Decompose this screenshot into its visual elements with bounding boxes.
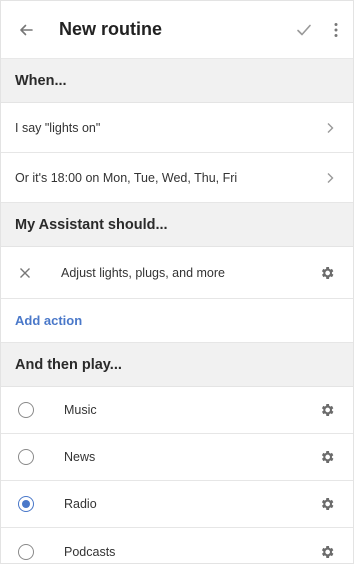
check-icon[interactable] — [293, 19, 315, 41]
gear-icon[interactable] — [317, 542, 337, 562]
when-section-heading: When... — [1, 59, 353, 103]
assistant-section-heading: My Assistant should... — [1, 203, 353, 247]
trigger-row-voice[interactable]: I say "lights on" — [1, 103, 353, 153]
close-icon[interactable] — [17, 265, 33, 281]
gear-icon[interactable] — [317, 447, 337, 467]
media-option-radio[interactable]: Radio — [1, 481, 353, 528]
page-title: New routine — [59, 19, 163, 39]
media-option-news[interactable]: News — [1, 434, 353, 481]
chevron-right-icon — [323, 171, 337, 185]
gear-icon[interactable] — [317, 400, 337, 420]
trigger-label: I say "lights on" — [15, 120, 101, 135]
then-play-section-heading: And then play... — [1, 343, 353, 387]
trigger-row-schedule[interactable]: Or it's 18:00 on Mon, Tue, Wed, Thu, Fri — [1, 153, 353, 203]
more-vert-icon[interactable] — [329, 19, 343, 41]
action-label: Adjust lights, plugs, and more — [61, 265, 225, 280]
action-row[interactable]: Adjust lights, plugs, and more — [1, 247, 353, 299]
trigger-label: Or it's 18:00 on Mon, Tue, Wed, Thu, Fri — [15, 170, 238, 185]
gear-icon[interactable] — [317, 494, 337, 514]
add-action-button[interactable]: Add action — [1, 299, 353, 343]
media-label: Music — [64, 403, 97, 417]
routine-editor: New routine When... I say "lights on" Or… — [0, 0, 354, 564]
radio-button-selected[interactable] — [18, 496, 34, 512]
media-label: Radio — [64, 497, 97, 511]
radio-button[interactable] — [18, 402, 34, 418]
radio-button[interactable] — [18, 449, 34, 465]
radio-button[interactable] — [18, 543, 34, 560]
media-option-podcasts[interactable]: Podcasts — [1, 528, 353, 564]
chevron-right-icon — [323, 121, 337, 135]
arrow-left-icon[interactable] — [15, 19, 37, 41]
gear-icon[interactable] — [317, 263, 337, 283]
media-label: Podcasts — [64, 544, 116, 559]
media-option-music[interactable]: Music — [1, 387, 353, 434]
media-label: News — [64, 450, 96, 464]
app-bar: New routine — [1, 1, 353, 59]
